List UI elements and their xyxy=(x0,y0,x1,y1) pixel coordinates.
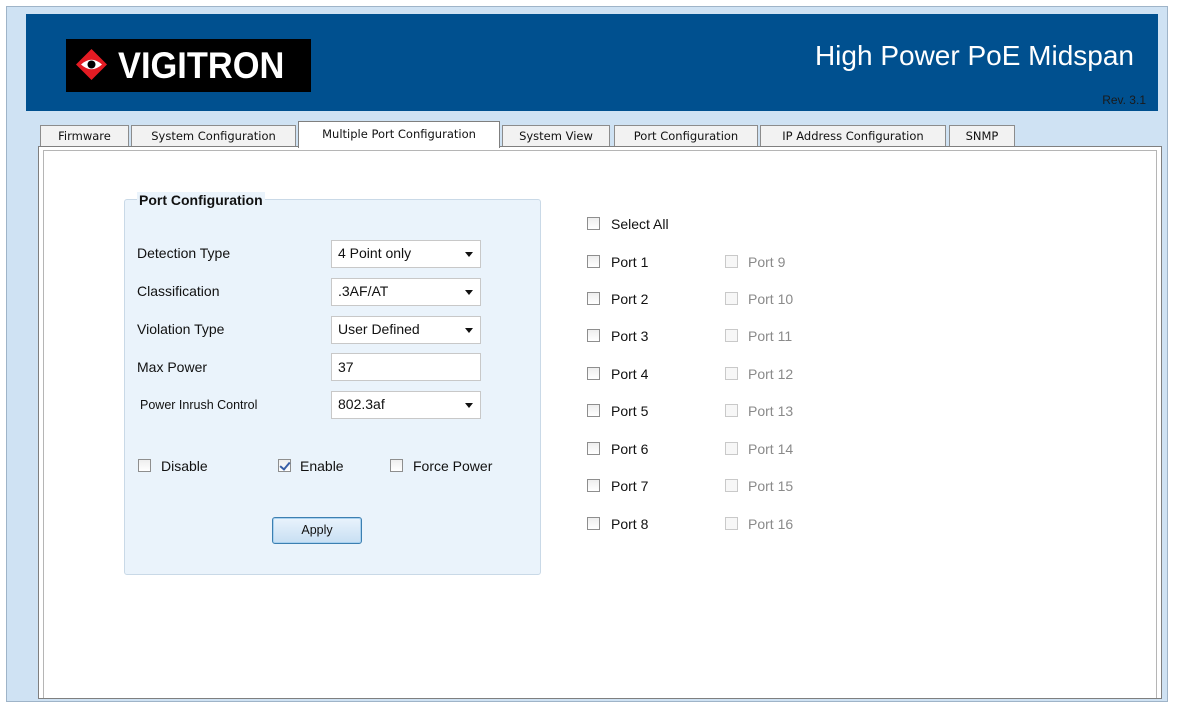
detection-type-select[interactable]: 4 Point only xyxy=(331,240,481,268)
violation-type-select[interactable]: User Defined xyxy=(331,316,481,344)
port-6-checkbox[interactable] xyxy=(587,442,600,455)
max-power-input[interactable] xyxy=(331,353,481,381)
revision-label: Rev. 3.1 xyxy=(1102,93,1146,107)
tab-ip-address-configuration[interactable]: IP Address Configuration xyxy=(760,125,946,146)
port-12-label: Port 12 xyxy=(748,366,794,382)
port-7-label: Port 7 xyxy=(611,478,649,494)
port-11-label: Port 11 xyxy=(748,328,793,344)
tab-content-panel: Port Configuration Detection Type 4 Poin… xyxy=(38,146,1162,699)
port-10-checkbox xyxy=(725,292,738,305)
port-9-checkbox xyxy=(725,255,738,268)
power-inrush-control-label: Power Inrush Control xyxy=(140,398,258,412)
port-15-label: Port 15 xyxy=(748,478,794,494)
vigitron-logo: VIGITRON xyxy=(66,39,311,92)
port-11-checkbox xyxy=(725,329,738,342)
app-title: High Power PoE Midspan xyxy=(814,40,1134,71)
detection-type-label: Detection Type xyxy=(137,245,231,261)
port-6-label: Port 6 xyxy=(611,441,649,457)
port-7-checkbox[interactable] xyxy=(587,479,600,492)
port-8-label: Port 8 xyxy=(611,516,649,532)
port-16-checkbox xyxy=(725,517,738,530)
tab-port-configuration[interactable]: Port Configuration xyxy=(614,125,758,146)
violation-type-label: Violation Type xyxy=(137,321,225,337)
port-8-checkbox[interactable] xyxy=(587,517,600,530)
header-banner: VIGITRON High Power PoE Midspan Rev. 3.1 xyxy=(26,14,1158,111)
power-inrush-control-value: 802.3af xyxy=(338,396,385,412)
port-10-label: Port 10 xyxy=(748,291,794,307)
chevron-down-icon xyxy=(465,328,473,333)
logo-text: VIGITRON xyxy=(118,45,285,86)
tab-system-configuration[interactable]: System Configuration xyxy=(131,125,296,146)
select-all-label: Select All xyxy=(611,216,669,232)
eye-diamond-icon xyxy=(76,49,107,80)
violation-type-value: User Defined xyxy=(338,321,420,337)
chevron-down-icon xyxy=(465,403,473,408)
port-14-checkbox xyxy=(725,442,738,455)
chevron-down-icon xyxy=(465,252,473,257)
port-4-checkbox[interactable] xyxy=(587,367,600,380)
port-1-checkbox[interactable] xyxy=(587,255,600,268)
port-2-checkbox[interactable] xyxy=(587,292,600,305)
tab-firmware[interactable]: Firmware xyxy=(40,125,129,146)
port-2-label: Port 2 xyxy=(611,291,649,307)
tab-snmp[interactable]: SNMP xyxy=(949,125,1015,146)
apply-button[interactable]: Apply xyxy=(272,517,362,544)
port-5-label: Port 5 xyxy=(611,403,649,419)
max-power-label: Max Power xyxy=(137,359,208,375)
chevron-down-icon xyxy=(465,290,473,295)
classification-label: Classification xyxy=(137,283,220,299)
detection-type-value: 4 Point only xyxy=(338,245,412,261)
disable-checkbox[interactable] xyxy=(138,459,151,472)
tab-multiple-port-configuration[interactable]: Multiple Port Configuration xyxy=(298,121,500,148)
disable-label: Disable xyxy=(161,458,208,474)
power-inrush-control-select[interactable]: 802.3af xyxy=(331,391,481,419)
port-16-label: Port 16 xyxy=(748,516,794,532)
port-4-label: Port 4 xyxy=(611,366,649,382)
port-9-label: Port 9 xyxy=(748,254,786,270)
force-power-checkbox[interactable] xyxy=(390,459,403,472)
classification-value: .3AF/AT xyxy=(338,283,389,299)
group-title: Port Configuration xyxy=(137,192,265,208)
enable-checkbox[interactable] xyxy=(278,459,291,472)
port-13-label: Port 13 xyxy=(748,403,794,419)
port-13-checkbox xyxy=(725,404,738,417)
port-12-checkbox xyxy=(725,367,738,380)
select-all-checkbox[interactable] xyxy=(587,217,600,230)
port-3-label: Port 3 xyxy=(611,328,649,344)
port-configuration-group: Port Configuration Detection Type 4 Poin… xyxy=(124,192,541,575)
port-15-checkbox xyxy=(725,479,738,492)
tab-system-view[interactable]: System View xyxy=(502,125,610,146)
classification-select[interactable]: .3AF/AT xyxy=(331,278,481,306)
port-1-label: Port 1 xyxy=(611,254,649,270)
port-5-checkbox[interactable] xyxy=(587,404,600,417)
port-3-checkbox[interactable] xyxy=(587,329,600,342)
force-power-label: Force Power xyxy=(413,458,493,474)
port-14-label: Port 14 xyxy=(748,441,794,457)
enable-label: Enable xyxy=(300,458,344,474)
